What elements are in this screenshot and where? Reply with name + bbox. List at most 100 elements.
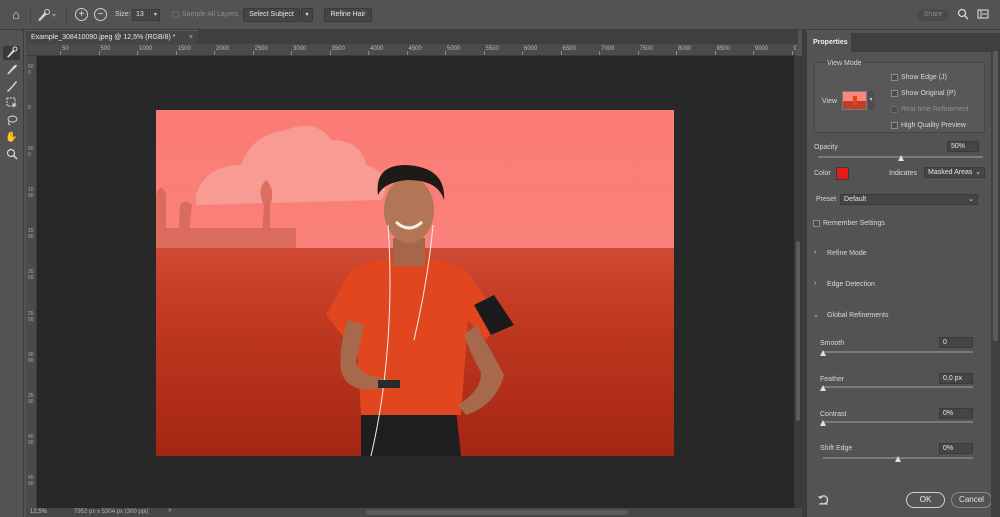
opacity-label: Opacity <box>814 144 838 151</box>
feather-input[interactable]: 0,0 px <box>939 373 973 384</box>
color-label: Color <box>814 170 831 177</box>
sample-all-layers-checkbox[interactable] <box>172 11 179 18</box>
ruler-tick-mark <box>137 51 138 55</box>
vruler-tick-label: 2500 <box>28 310 34 323</box>
refine-edge-brush-icon[interactable] <box>3 63 20 77</box>
select-subject-dropdown-chevron-icon[interactable]: ▾ <box>301 8 313 22</box>
feather-slider-thumb[interactable] <box>820 385 826 391</box>
divider <box>30 6 31 24</box>
size-input[interactable]: 13 <box>132 9 150 21</box>
close-tab-icon[interactable]: × <box>189 31 193 44</box>
add-selection-icon[interactable]: + <box>75 8 88 21</box>
smooth-input[interactable]: 0 <box>939 337 973 348</box>
indicates-dropdown[interactable]: Masked Areas ⌄ <box>924 167 985 178</box>
contrast-slider[interactable] <box>823 421 973 423</box>
ruler-tick-mark <box>98 51 100 55</box>
contrast-slider-thumb[interactable] <box>820 420 826 426</box>
view-dropdown-chevron-icon[interactable]: ▾ <box>868 91 874 110</box>
search-icon[interactable] <box>956 8 970 22</box>
high-quality-preview-checkbox[interactable] <box>891 122 898 129</box>
preset-chevron-icon: ⌄ <box>968 196 974 203</box>
share-button[interactable]: Share <box>916 8 950 22</box>
ruler-tick-mark <box>60 51 61 55</box>
view-thumbnail[interactable] <box>842 91 867 110</box>
shift-edge-slider-thumb[interactable] <box>895 456 901 462</box>
remember-settings-label: Remember Settings <box>823 220 885 227</box>
ok-button[interactable]: OK <box>906 492 945 508</box>
ruler-tick-label: 8500 <box>716 46 730 52</box>
ruler-tick-mark <box>368 51 369 55</box>
view-thumbnail-image <box>843 92 866 109</box>
vertical-scrollbar[interactable] <box>794 56 802 508</box>
show-edge-label: Show Edge (J) <box>901 74 947 81</box>
shift-edge-label: Shift Edge <box>820 445 853 452</box>
opacity-slider-thumb[interactable] <box>897 155 904 161</box>
ruler-tick-label: 2000 <box>216 46 230 52</box>
vertical-ruler: 500 0 500 1000 1500 2000 2500 3000 3500 4000 4500 <box>26 56 37 508</box>
refine-hair-button[interactable]: Refine Hair <box>324 8 372 22</box>
edge-detection-chevron-icon[interactable]: › <box>814 280 816 287</box>
feather-slider[interactable] <box>823 386 973 388</box>
show-edge-checkbox[interactable] <box>891 74 898 81</box>
vertical-scroll-thumb[interactable] <box>796 241 800 421</box>
mask-color-swatch[interactable] <box>836 167 849 180</box>
tab-strip <box>198 30 798 44</box>
size-dropdown-chevron-icon[interactable]: ▾ <box>151 9 160 21</box>
refine-mode-section[interactable]: Refine Mode <box>827 250 867 257</box>
global-refinements-chevron-icon[interactable]: ⌄ <box>813 311 819 319</box>
horizontal-ruler: 50 500 1000 1500 2000 2500 3000 3500 4000 4500 500… <box>26 44 796 56</box>
select-subject-button[interactable]: Select Subject <box>243 8 300 22</box>
smooth-slider[interactable] <box>823 351 973 353</box>
panel-scrollbar[interactable] <box>991 33 1000 517</box>
show-original-checkbox[interactable] <box>891 90 898 97</box>
ruler-tick-mark <box>599 51 600 55</box>
ruler-tick-mark <box>329 51 331 55</box>
lasso-icon[interactable] <box>3 114 20 128</box>
status-menu-arrow-icon[interactable]: > <box>168 508 172 514</box>
quick-selection-tool-icon[interactable] <box>3 46 20 60</box>
smooth-slider-thumb[interactable] <box>820 350 826 356</box>
vruler-tick-label: 3000 <box>28 351 34 364</box>
brush-icon[interactable] <box>3 80 20 94</box>
shift-edge-input[interactable]: 0% <box>939 443 973 454</box>
hand-icon[interactable]: ✋ <box>3 131 20 145</box>
tools-panel: ✋ <box>0 30 24 517</box>
ruler-tick-label: 1000 <box>139 46 153 52</box>
object-selection-icon[interactable] <box>3 97 20 111</box>
view-mode-title: View Mode <box>827 60 862 67</box>
vruler-tick-label: 4500 <box>28 474 34 487</box>
preset-dropdown[interactable]: Default ⌄ <box>840 194 978 205</box>
zoom-icon[interactable] <box>3 148 20 162</box>
horizontal-scroll-thumb[interactable] <box>366 510 628 515</box>
ruler-tick-label: 3000 <box>293 46 307 52</box>
document-image[interactable] <box>156 110 674 456</box>
ruler-tick-label: 6500 <box>562 46 576 52</box>
global-refinements-section[interactable]: Global Refinements <box>827 312 888 319</box>
ruler-tick-label: 5500 <box>485 46 499 52</box>
panel-scroll-thumb[interactable] <box>993 51 998 341</box>
remember-settings-checkbox[interactable] <box>813 220 820 227</box>
workspace-icon[interactable] <box>976 8 990 22</box>
edge-detection-section[interactable]: Edge Detection <box>827 281 875 288</box>
ruler-tick-label: 1500 <box>177 46 191 52</box>
ruler-tick-mark <box>791 51 793 55</box>
realtime-refinement-checkbox[interactable] <box>891 106 898 113</box>
indicates-chevron-icon: ⌄ <box>975 169 981 176</box>
brush-preset-picker[interactable] <box>35 7 61 23</box>
contrast-input[interactable]: 0% <box>939 408 973 419</box>
opacity-input[interactable]: 50% <box>947 141 979 152</box>
zoom-level[interactable]: 12,5% <box>30 509 47 515</box>
feather-label: Feather <box>820 376 845 383</box>
subtract-selection-icon[interactable]: − <box>94 8 107 21</box>
size-label: Size: <box>115 11 131 18</box>
ruler-tick-mark <box>291 51 292 55</box>
tab-properties[interactable]: Properties <box>807 33 851 52</box>
refine-mode-chevron-icon[interactable]: › <box>814 249 816 256</box>
home-icon[interactable]: ⌂ <box>8 8 24 22</box>
vruler-tick-label: 4000 <box>28 433 34 446</box>
ruler-tick-label: 4500 <box>408 46 422 52</box>
document-tab[interactable]: Example_308410090.jpeg @ 12,5% (RGB/8) *… <box>26 30 198 44</box>
ruler-tick-label: 4000 <box>370 46 384 52</box>
reset-icon[interactable] <box>817 493 831 507</box>
cancel-button[interactable]: Cancel <box>951 492 992 508</box>
